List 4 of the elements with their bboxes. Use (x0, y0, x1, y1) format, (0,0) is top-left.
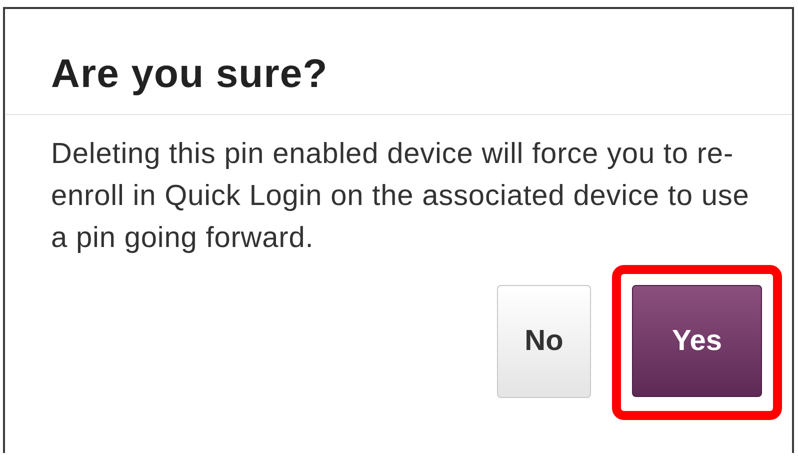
dialog-message: Deleting this pin enabled device will force you to re-enroll in Quick Login on the associated device to use a pin going forward. (51, 137, 750, 256)
no-button[interactable]: No (497, 285, 591, 398)
yes-button[interactable]: Yes (632, 285, 762, 397)
dialog-title: Are you sure? (51, 52, 329, 97)
